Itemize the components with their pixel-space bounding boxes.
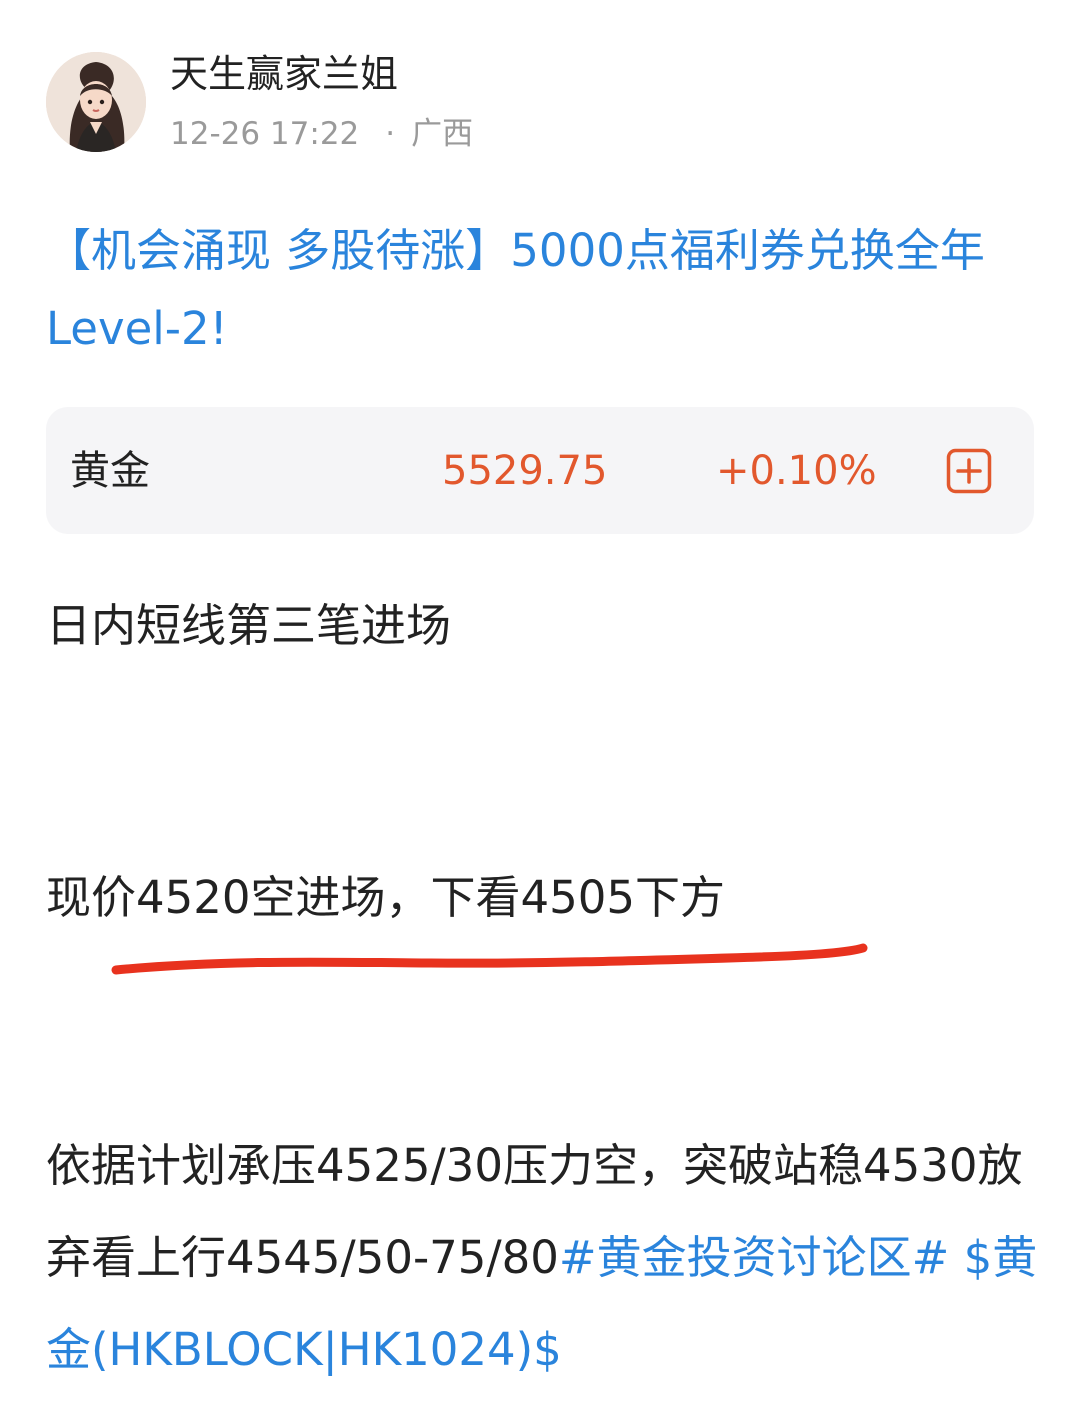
meta-separator: · [385, 116, 396, 152]
quote-name: 黄金 [70, 448, 150, 494]
author-name[interactable]: 天生赢家兰姐 [170, 50, 398, 98]
content-line-entry: 日内短线第三笔进场 [46, 599, 452, 652]
author-avatar[interactable] [46, 52, 146, 152]
post-meta: 12-26 17:22 · 广西 [170, 114, 473, 154]
post-location: 广西 [411, 116, 474, 152]
post-timestamp: 12-26 17:22 [170, 116, 360, 152]
quote-price: 5529.75 [442, 448, 608, 494]
plus-square-icon [946, 448, 992, 494]
add-watchlist-button[interactable] [946, 448, 992, 494]
promo-title-link[interactable]: 【机会涌现 多股待涨】5000点福利券兑换全年Level-2! [46, 212, 1036, 368]
post-header: 天生赢家兰姐 12-26 17:22 · 广西 [46, 48, 1036, 158]
content-plan-paragraph: 依据计划承压4525/30压力空，突破站稳4530放弃看上行4545/50-75… [46, 1120, 1041, 1396]
avatar-illustration [46, 52, 146, 152]
topic-hashtag-link[interactable]: #黄金投资讨论区# [559, 1231, 949, 1284]
stock-quote-card[interactable]: 黄金 5529.75 +0.10% [46, 407, 1034, 534]
quote-change: +0.10% [716, 448, 877, 494]
content-line-price: 现价4520空进场，下看4505下方 [46, 871, 726, 924]
